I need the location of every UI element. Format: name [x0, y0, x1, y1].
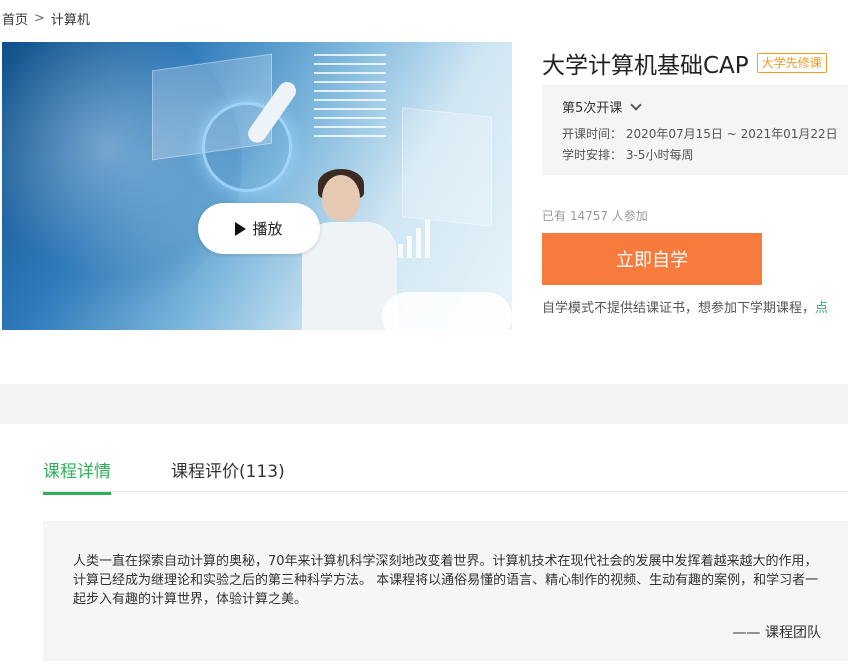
- play-icon: [235, 221, 247, 236]
- course-team-signature: —— 课程团队: [732, 625, 821, 641]
- term-selector[interactable]: 第5次开课: [562, 97, 642, 116]
- course-description-text: 人类一直在探索自动计算的奥秘，70年来计算机科学深刻地改变着世界。计算机技术在现…: [73, 554, 819, 607]
- term-info-box: 第5次开课 开课时间： 2020年07月15日 ~ 2021年01月22日 学时…: [542, 85, 848, 175]
- play-button-label: 播放: [252, 220, 283, 238]
- section-divider: [0, 384, 848, 424]
- breadcrumb-home-link[interactable]: 首页: [2, 9, 28, 28]
- tab-course-reviews[interactable]: 课程评价(113): [171, 457, 285, 492]
- course-title: 大学计算机基础CAP 大学先修课: [542, 46, 827, 80]
- chevron-down-icon: [630, 98, 642, 111]
- self-study-note: 自学模式不提供结课证书，想参加下学期课程，点: [542, 297, 848, 316]
- cloud-graphic: [382, 292, 512, 330]
- course-title-text: 大学计算机基础CAP: [542, 53, 749, 79]
- term-time-row: 开课时间： 2020年07月15日 ~ 2021年01月22日: [562, 125, 838, 142]
- term-time-label: 开课时间：: [562, 127, 623, 141]
- term-schedule-label: 学时安排：: [562, 148, 623, 162]
- hologram-panel: [402, 107, 492, 227]
- self-study-note-text: 自学模式不提供结课证书，想参加下学期课程，: [542, 301, 816, 316]
- term-time-value: 2020年07月15日 ~ 2021年01月22日: [625, 127, 838, 141]
- play-button[interactable]: 播放: [198, 203, 320, 254]
- course-video-player[interactable]: 播放: [2, 42, 512, 330]
- term-schedule-row: 学时安排： 3-5小时每周: [562, 146, 693, 163]
- term-schedule-value: 3-5小时每周: [625, 148, 694, 162]
- breadcrumb-category-link[interactable]: 计算机: [51, 9, 90, 28]
- course-description-box: 人类一直在探索自动计算的奥秘，70年来计算机科学深刻地改变着世界。计算机技术在现…: [43, 521, 848, 661]
- course-tabs: 课程详情 课程评价(113): [40, 452, 848, 495]
- hologram-text-lines: [314, 54, 386, 144]
- breadcrumb: 首页 > 计算机: [2, 9, 90, 28]
- tab-course-details[interactable]: 课程详情: [43, 457, 111, 495]
- bar-graphic: [398, 220, 430, 258]
- self-study-button[interactable]: 立即自学: [542, 233, 762, 285]
- breadcrumb-separator: >: [34, 11, 45, 26]
- term-selected-label: 第5次开课: [562, 101, 623, 116]
- course-badge: 大学先修课: [756, 53, 827, 73]
- self-study-note-link[interactable]: 点: [815, 301, 828, 316]
- enrollment-count: 已有 14757 人参加: [542, 209, 648, 223]
